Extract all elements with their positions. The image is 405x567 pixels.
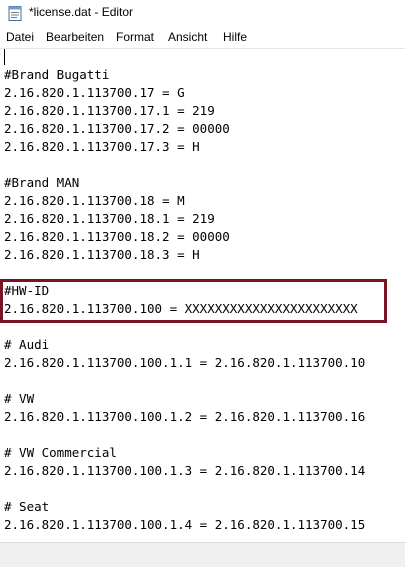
menu-bearbeiten[interactable]: Bearbeiten bbox=[46, 30, 104, 44]
line-bugatti-17-3: 2.16.820.1.113700.17.3 = H bbox=[4, 139, 200, 154]
window-title: *license.dat - Editor bbox=[29, 5, 134, 19]
line-bugatti-17-1: 2.16.820.1.113700.17.1 = 219 bbox=[4, 103, 215, 118]
line-bugatti-17-2: 2.16.820.1.113700.17.2 = 00000 bbox=[4, 121, 230, 136]
text-caret bbox=[4, 49, 5, 65]
line-man-18-1: 2.16.820.1.113700.18.1 = 219 bbox=[4, 211, 215, 226]
line-brand-man: #Brand MAN bbox=[4, 175, 80, 190]
notepad-icon bbox=[8, 5, 22, 21]
title-bar: *license.dat - Editor bbox=[0, 0, 405, 26]
line-audi-comment: # Audi bbox=[4, 337, 50, 352]
line-man-18: 2.16.820.1.113700.18 = M bbox=[4, 193, 185, 208]
line-man-18-2: 2.16.820.1.113700.18.2 = 00000 bbox=[4, 229, 230, 244]
line-vw-value: 2.16.820.1.113700.100.1.2 = 2.16.820.1.1… bbox=[4, 409, 366, 424]
line-seat-comment: # Seat bbox=[4, 499, 50, 514]
line-brand-bugatti: #Brand Bugatti bbox=[4, 67, 110, 82]
menu-bar: Datei Bearbeiten Format Ansicht Hilfe bbox=[0, 26, 405, 49]
line-seat-value: 2.16.820.1.113700.100.1.4 = 2.16.820.1.1… bbox=[4, 517, 366, 532]
menu-ansicht[interactable]: Ansicht bbox=[168, 30, 207, 44]
line-hw-id-heading: #HW-ID bbox=[4, 283, 50, 298]
line-vw-comment: # VW bbox=[4, 391, 35, 406]
menu-format[interactable]: Format bbox=[116, 30, 154, 44]
line-vw-commercial-comment: # VW Commercial bbox=[4, 445, 117, 460]
menu-datei[interactable]: Datei bbox=[6, 30, 34, 44]
line-hw-id-value: 2.16.820.1.113700.100 = XXXXXXXXXXXXXXXX… bbox=[4, 301, 358, 316]
line-vw-commercial-value: 2.16.820.1.113700.100.1.3 = 2.16.820.1.1… bbox=[4, 463, 366, 478]
line-bugatti-17: 2.16.820.1.113700.17 = G bbox=[4, 85, 185, 100]
status-bar bbox=[0, 542, 405, 567]
line-audi-value: 2.16.820.1.113700.100.1.1 = 2.16.820.1.1… bbox=[4, 355, 366, 370]
line-man-18-3: 2.16.820.1.113700.18.3 = H bbox=[4, 247, 200, 262]
menu-hilfe[interactable]: Hilfe bbox=[223, 30, 247, 44]
